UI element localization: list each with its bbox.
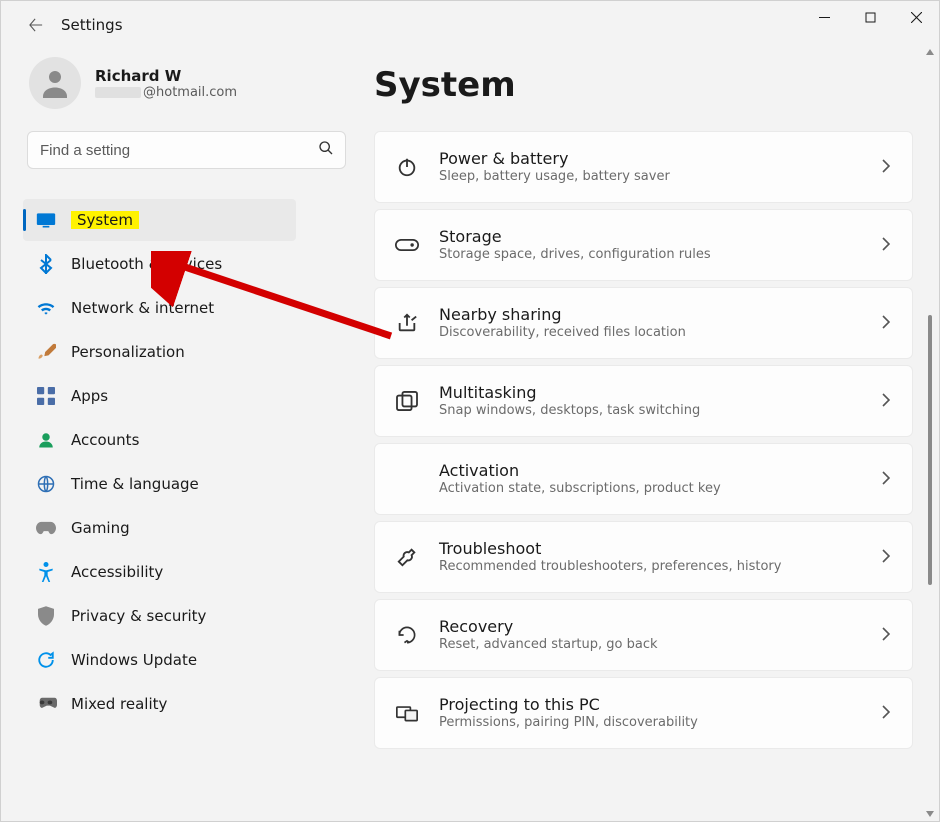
sidebar-item-bluetooth[interactable]: Bluetooth & devices [23, 243, 296, 285]
sidebar-item-label: Accessibility [71, 563, 163, 581]
card-subtitle: Permissions, pairing PIN, discoverabilit… [439, 715, 882, 731]
profile-email: @hotmail.com [95, 85, 237, 100]
settings-card-troubleshoot[interactable]: TroubleshootRecommended troubleshooters,… [374, 521, 913, 593]
sidebar-item-label: Personalization [71, 343, 185, 361]
redacted-block [95, 87, 141, 98]
profile-block[interactable]: Richard W @hotmail.com [23, 57, 350, 109]
scrollbar[interactable] [925, 49, 935, 817]
card-subtitle: Discoverability, received files location [439, 325, 882, 341]
sidebar-item-time[interactable]: Time & language [23, 463, 296, 505]
card-subtitle: Reset, advanced startup, go back [439, 637, 882, 653]
settings-card-activation[interactable]: ActivationActivation state, subscription… [374, 443, 913, 515]
scroll-up-arrow[interactable] [926, 49, 934, 55]
settings-card-power[interactable]: Power & batterySleep, battery usage, bat… [374, 131, 913, 203]
window-title: Settings [61, 16, 123, 34]
sidebar-item-update[interactable]: Windows Update [23, 639, 296, 681]
sidebar-item-privacy[interactable]: Privacy & security [23, 595, 296, 637]
shield-icon [35, 605, 57, 627]
project-icon [393, 703, 421, 723]
globe-icon [35, 473, 57, 495]
card-title: Power & battery [439, 149, 882, 169]
sidebar-item-label: System [71, 211, 139, 229]
settings-card-storage[interactable]: StorageStorage space, drives, configurat… [374, 209, 913, 281]
settings-card-recovery[interactable]: RecoveryReset, advanced startup, go back [374, 599, 913, 671]
sidebar-item-mixed[interactable]: Mixed reality [23, 683, 296, 725]
chevron-right-icon [882, 548, 890, 567]
sidebar-item-system[interactable]: System [23, 199, 296, 241]
card-title: Recovery [439, 617, 882, 637]
power-icon [393, 156, 421, 178]
sidebar-item-label: Gaming [71, 519, 130, 537]
sidebar-item-label: Apps [71, 387, 108, 405]
card-list: Power & batterySleep, battery usage, bat… [374, 131, 919, 749]
avatar-icon [29, 57, 81, 109]
storage-icon [393, 238, 421, 252]
chevron-right-icon [882, 626, 890, 645]
chevron-right-icon [882, 704, 890, 723]
wrench-icon [393, 546, 421, 568]
chevron-right-icon [882, 236, 890, 255]
search-icon [318, 140, 334, 160]
bluetooth-icon [35, 253, 57, 275]
update-icon [35, 649, 57, 671]
card-subtitle: Sleep, battery usage, battery saver [439, 169, 882, 185]
gamepad-icon [35, 517, 57, 539]
accessibility-icon [35, 561, 57, 583]
chevron-right-icon [882, 158, 890, 177]
sidebar-item-gaming[interactable]: Gaming [23, 507, 296, 549]
profile-name: Richard W [95, 67, 237, 85]
chevron-right-icon [882, 470, 890, 489]
sidebar-item-label: Bluetooth & devices [71, 255, 222, 273]
nav-list: System Bluetooth & devices Network & inter… [23, 199, 350, 725]
chevron-right-icon [882, 392, 890, 411]
card-title: Multitasking [439, 383, 882, 403]
person-icon [35, 429, 57, 451]
card-subtitle: Snap windows, desktops, task switching [439, 403, 882, 419]
share-icon [393, 312, 421, 334]
multitask-icon [393, 391, 421, 411]
card-subtitle: Recommended troubleshooters, preferences… [439, 559, 882, 575]
page-heading: System [374, 65, 919, 105]
card-title: Projecting to this PC [439, 695, 882, 715]
sidebar-item-network[interactable]: Network & internet [23, 287, 296, 329]
sidebar-item-label: Network & internet [71, 299, 214, 317]
back-button[interactable] [25, 14, 47, 36]
minimize-button[interactable] [801, 1, 847, 33]
wifi-icon [35, 297, 57, 319]
chevron-right-icon [882, 314, 890, 333]
search-box[interactable] [27, 131, 346, 169]
display-icon [35, 209, 57, 231]
card-subtitle: Activation state, subscriptions, product… [439, 481, 882, 497]
settings-card-nearby[interactable]: Nearby sharingDiscoverability, received … [374, 287, 913, 359]
sidebar-item-apps[interactable]: Apps [23, 375, 296, 417]
search-input[interactable] [27, 131, 346, 169]
headset-icon [35, 693, 57, 715]
settings-card-projecting[interactable]: Projecting to this PCPermissions, pairin… [374, 677, 913, 749]
sidebar-item-label: Time & language [71, 475, 199, 493]
settings-card-multitask[interactable]: MultitaskingSnap windows, desktops, task… [374, 365, 913, 437]
sidebar-item-label: Windows Update [71, 651, 197, 669]
sidebar-item-accessibility[interactable]: Accessibility [23, 551, 296, 593]
scroll-down-arrow[interactable] [926, 811, 934, 817]
sidebar-item-accounts[interactable]: Accounts [23, 419, 296, 461]
sidebar-item-label: Accounts [71, 431, 139, 449]
card-title: Nearby sharing [439, 305, 882, 325]
maximize-button[interactable] [847, 1, 893, 33]
sidebar-item-label: Mixed reality [71, 695, 167, 713]
recovery-icon [393, 625, 421, 645]
card-subtitle: Storage space, drives, configuration rul… [439, 247, 882, 263]
scroll-thumb[interactable] [928, 315, 932, 585]
card-title: Storage [439, 227, 882, 247]
brush-icon [35, 341, 57, 363]
sidebar-item-personalization[interactable]: Personalization [23, 331, 296, 373]
apps-icon [35, 385, 57, 407]
close-button[interactable] [893, 1, 939, 33]
card-title: Activation [439, 461, 882, 481]
card-title: Troubleshoot [439, 539, 882, 559]
sidebar-item-label: Privacy & security [71, 607, 206, 625]
